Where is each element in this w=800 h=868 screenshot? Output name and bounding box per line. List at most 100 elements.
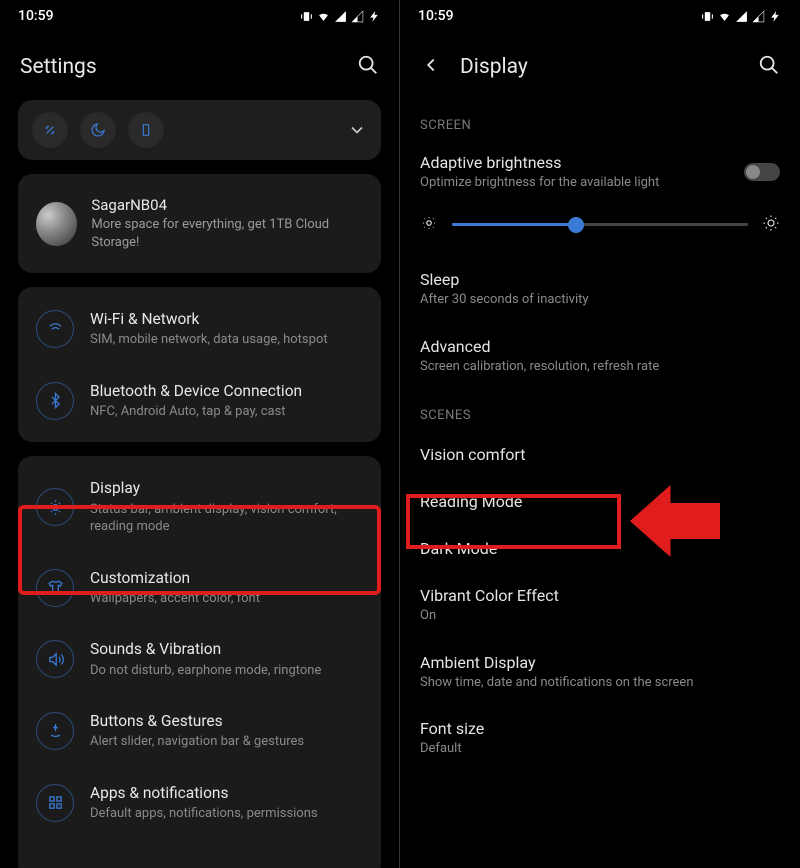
row-title: Apps & notifications <box>90 783 318 803</box>
vibrant-color-row[interactable]: Vibrant Color Effect On <box>400 572 800 639</box>
brightness-slider[interactable] <box>452 223 748 226</box>
slider-thumb[interactable] <box>568 217 584 233</box>
status-time: 10:59 <box>418 8 454 24</box>
signal-icon <box>334 10 347 23</box>
expand-button[interactable] <box>347 120 367 140</box>
brightness-high-icon <box>762 214 780 236</box>
sun-icon-circle <box>36 488 74 526</box>
reading-mode-row[interactable]: Reading Mode <box>400 478 800 525</box>
row-title: Vision comfort <box>420 445 780 464</box>
gesture-icon <box>47 722 64 739</box>
signal-icon <box>351 10 364 23</box>
dark-mode-row[interactable]: Dark Mode <box>400 525 800 572</box>
row-sub: Optimize brightness for the available li… <box>420 175 659 192</box>
main-settings-card: Display Status bar, ambient display, vis… <box>18 456 381 868</box>
bluetooth-row[interactable]: Bluetooth & Device Connection NFC, Andro… <box>18 365 381 437</box>
row-sub: SIM, mobile network, data usage, hotspot <box>90 331 328 349</box>
row-sub: NFC, Android Auto, tap & pay, cast <box>90 403 302 421</box>
row-title: Vibrant Color Effect <box>420 586 780 605</box>
customization-row[interactable]: Customization Wallpapers, accent color, … <box>18 552 381 624</box>
status-icons <box>701 10 782 23</box>
row-sub: On <box>420 608 780 625</box>
qs-data-toggle[interactable] <box>32 112 68 148</box>
row-sub: Screen calibration, resolution, refresh … <box>420 359 780 376</box>
row-title: Ambient Display <box>420 653 780 672</box>
gesture-icon-circle <box>36 712 74 750</box>
adaptive-brightness-toggle[interactable] <box>744 163 780 181</box>
search-icon <box>357 54 379 76</box>
volume-icon <box>47 651 64 668</box>
bolt-icon <box>368 10 381 23</box>
row-title: Display <box>90 478 363 498</box>
grid-icon <box>47 794 64 811</box>
profile-name: SagarNB04 <box>91 196 363 214</box>
row-title: Dark Mode <box>420 539 780 558</box>
advanced-row[interactable]: Advanced Screen calibration, resolution,… <box>400 323 800 390</box>
signal-icon <box>752 10 765 23</box>
adaptive-brightness-row[interactable]: Adaptive brightness Optimize brightness … <box>400 141 800 204</box>
row-title: Sounds & Vibration <box>90 639 321 659</box>
data-icon <box>42 122 58 138</box>
wifi-icon <box>718 10 731 23</box>
section-screen: SCREEN <box>400 100 800 141</box>
row-title: Adaptive brightness <box>420 153 659 172</box>
status-icons <box>300 10 381 23</box>
status-bar: 10:59 <box>0 0 399 30</box>
row-sub: Show time, date and notifications on the… <box>420 675 780 692</box>
search-button[interactable] <box>758 54 780 80</box>
row-sub: After 30 seconds of inactivity <box>420 292 780 309</box>
row-title: Sleep <box>420 270 780 289</box>
quick-toggles <box>32 112 164 148</box>
rotate-icon <box>138 122 154 138</box>
buttons-row[interactable]: Buttons & Gestures Alert slider, navigat… <box>18 695 381 767</box>
display-screen: 10:59 Display SCREEN Adaptive brightness… <box>400 0 800 868</box>
annotation-arrow-icon <box>630 482 720 560</box>
shirt-icon-circle <box>36 569 74 607</box>
chevron-down-icon <box>347 120 367 140</box>
network-card: Wi-Fi & Network SIM, mobile network, dat… <box>18 287 381 442</box>
wifi-row[interactable]: Wi-Fi & Network SIM, mobile network, dat… <box>18 293 381 365</box>
qs-rotate-toggle[interactable] <box>128 112 164 148</box>
grid-icon-circle <box>36 784 74 822</box>
brightness-low-icon <box>420 214 438 236</box>
page-title: Display <box>460 55 528 79</box>
brightness-slider-row <box>400 204 800 256</box>
search-button[interactable] <box>357 54 379 80</box>
avatar <box>36 202 77 246</box>
moon-icon <box>90 122 106 138</box>
apps-row[interactable]: Apps & notifications Default apps, notif… <box>18 767 381 839</box>
row-sub: Wallpapers, accent color, font <box>90 590 260 608</box>
slider-fill <box>452 223 576 226</box>
status-bar: 10:59 <box>400 0 800 30</box>
row-title: Reading Mode <box>420 492 780 511</box>
qs-night-toggle[interactable] <box>80 112 116 148</box>
display-row[interactable]: Display Status bar, ambient display, vis… <box>18 462 381 551</box>
page-header: Display <box>400 30 800 100</box>
sleep-row[interactable]: Sleep After 30 seconds of inactivity <box>400 256 800 323</box>
vision-comfort-row[interactable]: Vision comfort <box>400 431 800 478</box>
sounds-row[interactable]: Sounds & Vibration Do not disturb, earph… <box>18 623 381 695</box>
row-title: Buttons & Gestures <box>90 711 304 731</box>
page-header: Settings <box>0 30 399 100</box>
back-button[interactable] <box>420 54 442 80</box>
vibrate-icon <box>701 10 714 23</box>
ambient-display-row[interactable]: Ambient Display Show time, date and noti… <box>400 639 800 706</box>
bolt-icon <box>769 10 782 23</box>
shirt-icon <box>47 579 64 596</box>
bluetooth-icon-circle <box>36 382 74 420</box>
wifi-icon <box>317 10 330 23</box>
row-title: Customization <box>90 568 260 588</box>
wifi-icon-circle <box>36 310 74 348</box>
section-scenes: SCENES <box>400 390 800 431</box>
row-sub: Default apps, notifications, permissions <box>90 805 318 823</box>
font-size-row[interactable]: Font size Default <box>400 705 800 772</box>
row-sub: Default <box>420 741 780 758</box>
page-title: Settings <box>20 55 97 79</box>
profile-card[interactable]: SagarNB04 More space for everything, get… <box>18 174 381 273</box>
row-title: Bluetooth & Device Connection <box>90 381 302 401</box>
quick-settings-card <box>18 100 381 160</box>
row-sub: Alert slider, navigation bar & gestures <box>90 733 304 751</box>
chevron-left-icon <box>420 54 442 76</box>
signal-icon <box>735 10 748 23</box>
row-title: Advanced <box>420 337 780 356</box>
